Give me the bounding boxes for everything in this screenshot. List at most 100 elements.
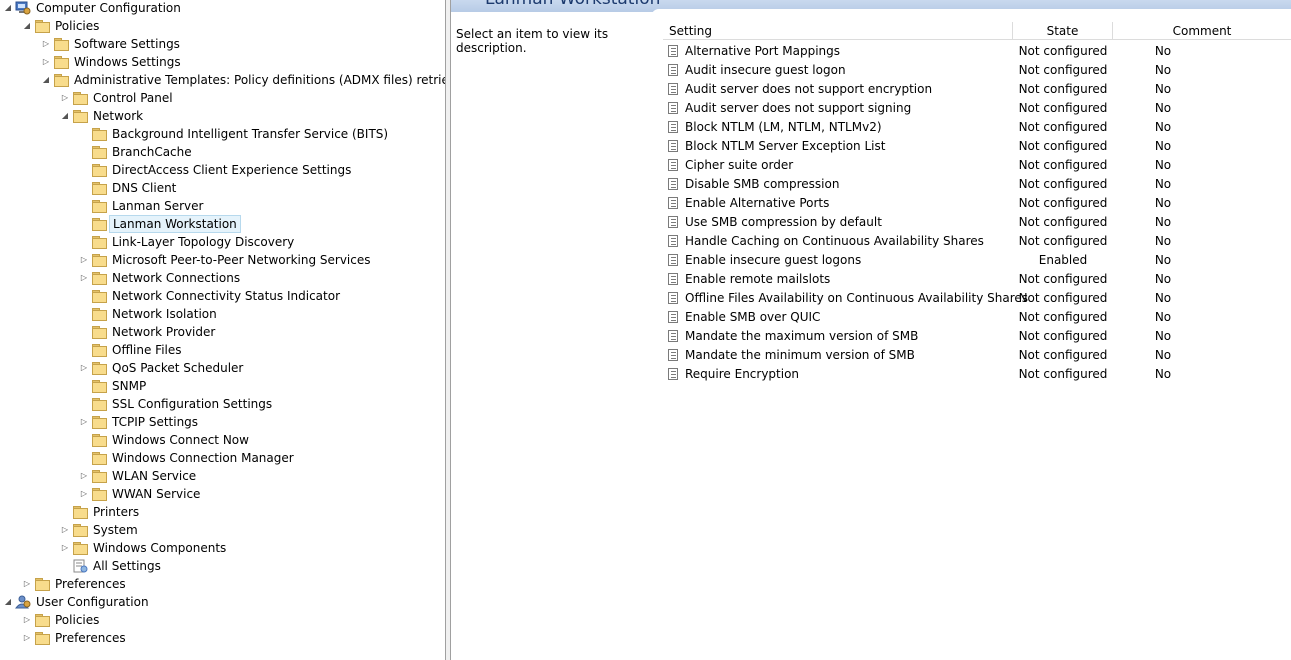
column-header-state[interactable]: State bbox=[1013, 22, 1113, 40]
column-header-setting[interactable]: Setting bbox=[663, 22, 1013, 40]
folder-icon bbox=[91, 451, 107, 465]
collapsed-arrow-icon[interactable]: ▷ bbox=[79, 413, 89, 431]
tree-all-settings[interactable]: All Settings bbox=[0, 557, 445, 575]
table-row[interactable]: Enable Alternative Ports Not configured No bbox=[663, 194, 1291, 213]
tree-computer-configuration[interactable]: ◢ Computer Configuration bbox=[0, 0, 445, 17]
tree-windows-settings[interactable]: ▷ Windows Settings bbox=[0, 53, 445, 71]
tree-network-isolation[interactable]: Network Isolation bbox=[0, 305, 445, 323]
folder-icon bbox=[91, 235, 107, 249]
collapsed-arrow-icon[interactable]: ▷ bbox=[60, 89, 70, 107]
expanded-arrow-icon[interactable]: ◢ bbox=[41, 71, 51, 89]
tree-wlan[interactable]: ▷ WLAN Service bbox=[0, 467, 445, 485]
tree-qos[interactable]: ▷ QoS Packet Scheduler bbox=[0, 359, 445, 377]
table-row[interactable]: Block NTLM (LM, NTLM, NTLMv2) Not configu… bbox=[663, 118, 1291, 137]
tree-dns-client[interactable]: DNS Client bbox=[0, 179, 445, 197]
setting-comment: No bbox=[1154, 215, 1172, 229]
folder-icon bbox=[91, 253, 107, 267]
tree-computer-preferences[interactable]: ▷ Preferences bbox=[0, 575, 445, 593]
table-row[interactable]: Enable SMB over QUIC Not configured No bbox=[663, 308, 1291, 327]
table-row[interactable]: Block NTLM Server Exception List Not conf… bbox=[663, 137, 1291, 156]
collapsed-arrow-icon[interactable]: ▷ bbox=[22, 611, 32, 629]
collapsed-arrow-icon[interactable]: ▷ bbox=[41, 35, 51, 53]
collapsed-arrow-icon[interactable]: ▷ bbox=[79, 485, 89, 503]
folder-icon bbox=[91, 487, 107, 501]
tree-p2p[interactable]: ▷ Microsoft Peer-to-Peer Networking Servi… bbox=[0, 251, 445, 269]
tree-ssl[interactable]: SSL Configuration Settings bbox=[0, 395, 445, 413]
collapsed-arrow-icon[interactable]: ▷ bbox=[79, 269, 89, 287]
expanded-arrow-icon[interactable]: ◢ bbox=[22, 17, 32, 35]
tree-wcm[interactable]: Windows Connection Manager bbox=[0, 449, 445, 467]
tree-lanman-workstation[interactable]: Lanman Workstation bbox=[0, 215, 445, 233]
console-tree[interactable]: ◢ Computer Configuration ◢ Policies ▷ Softwar… bbox=[0, 0, 445, 660]
table-row[interactable]: Enable remote mailslots Not configured No bbox=[663, 270, 1291, 289]
collapsed-arrow-icon[interactable]: ▷ bbox=[79, 251, 89, 269]
tree-branchcache[interactable]: BranchCache bbox=[0, 143, 445, 161]
collapsed-arrow-icon[interactable]: ▷ bbox=[22, 575, 32, 593]
column-header-comment[interactable]: Comment bbox=[1113, 22, 1291, 40]
tree-lanman-server[interactable]: Lanman Server bbox=[0, 197, 445, 215]
table-row[interactable]: Cipher suite order Not configured No bbox=[663, 156, 1291, 175]
collapsed-arrow-icon[interactable]: ▷ bbox=[79, 359, 89, 377]
table-row[interactable]: Audit server does not support encryption… bbox=[663, 80, 1291, 99]
tree-ncsi[interactable]: Network Connectivity Status Indicator bbox=[0, 287, 445, 305]
expanded-arrow-icon[interactable]: ◢ bbox=[3, 593, 13, 611]
table-row[interactable]: Mandate the maximum version of SMB Not co… bbox=[663, 327, 1291, 346]
tree-software-settings[interactable]: ▷ Software Settings bbox=[0, 35, 445, 53]
tree-network-provider[interactable]: Network Provider bbox=[0, 323, 445, 341]
tree-wwan[interactable]: ▷ WWAN Service bbox=[0, 485, 445, 503]
setting-name: Use SMB compression by default bbox=[685, 215, 882, 229]
table-row[interactable]: Enable insecure guest logons Enabled No bbox=[663, 251, 1291, 270]
tree-network[interactable]: ◢ Network bbox=[0, 107, 445, 125]
tree-system[interactable]: ▷ System bbox=[0, 521, 445, 539]
table-row[interactable]: Alternative Port Mappings Not configured N… bbox=[663, 42, 1291, 61]
tree-tcpip[interactable]: ▷ TCPIP Settings bbox=[0, 413, 445, 431]
tree-user-policies[interactable]: ▷ Policies bbox=[0, 611, 445, 629]
tree-windows-components[interactable]: ▷ Windows Components bbox=[0, 539, 445, 557]
collapsed-arrow-icon[interactable]: ▷ bbox=[22, 629, 32, 647]
collapsed-arrow-icon[interactable]: ▷ bbox=[41, 53, 51, 71]
tree-directaccess[interactable]: DirectAccess Client Experience Settings bbox=[0, 161, 445, 179]
expanded-arrow-icon[interactable]: ◢ bbox=[60, 107, 70, 125]
setting-comment: No bbox=[1154, 253, 1172, 267]
setting-comment: No bbox=[1154, 272, 1172, 286]
setting-comment: No bbox=[1154, 120, 1172, 134]
collapsed-arrow-icon[interactable]: ▷ bbox=[79, 467, 89, 485]
tree-snmp[interactable]: SNMP bbox=[0, 377, 445, 395]
tree-node-label: Windows Settings bbox=[74, 55, 181, 69]
setting-name: Enable SMB over QUIC bbox=[685, 310, 821, 324]
setting-comment: No bbox=[1154, 177, 1172, 191]
collapsed-arrow-icon[interactable]: ▷ bbox=[60, 521, 70, 539]
tree-node-label: Network Isolation bbox=[112, 307, 217, 321]
table-row[interactable]: Mandate the minimum version of SMB Not co… bbox=[663, 346, 1291, 365]
tree-offline-files[interactable]: Offline Files bbox=[0, 341, 445, 359]
tree-user-configuration[interactable]: ◢ User Configuration bbox=[0, 593, 445, 611]
setting-comment: No bbox=[1154, 158, 1172, 172]
setting-state: Enabled bbox=[1038, 253, 1088, 267]
table-row[interactable]: Audit insecure guest logon Not configured… bbox=[663, 61, 1291, 80]
tree-policies[interactable]: ◢ Policies bbox=[0, 17, 445, 35]
table-row[interactable]: Audit server does not support signing Not… bbox=[663, 99, 1291, 118]
policy-setting-icon bbox=[668, 349, 678, 361]
tree-link-layer[interactable]: Link-Layer Topology Discovery bbox=[0, 233, 445, 251]
tree-node-label: Preferences bbox=[55, 631, 126, 645]
table-row[interactable]: Offline Files Availability on Continuous… bbox=[663, 289, 1291, 308]
expanded-arrow-icon[interactable]: ◢ bbox=[3, 0, 13, 17]
table-row[interactable]: Handle Caching on Continuous Availabilit… bbox=[663, 232, 1291, 251]
table-row[interactable]: Use SMB compression by default Not config… bbox=[663, 213, 1291, 232]
folder-icon bbox=[34, 613, 50, 627]
tree-bits[interactable]: Background Intelligent Transfer Service … bbox=[0, 125, 445, 143]
tree-printers[interactable]: Printers bbox=[0, 503, 445, 521]
table-row[interactable]: Disable SMB compression Not configured No bbox=[663, 175, 1291, 194]
no-expander bbox=[79, 377, 89, 395]
tree-administrative-templates[interactable]: ◢ Administrative Templates: Policy defini… bbox=[0, 71, 445, 89]
tree-control-panel[interactable]: ▷ Control Panel bbox=[0, 89, 445, 107]
table-row[interactable]: Require Encryption Not configured No bbox=[663, 365, 1291, 384]
tree-network-connections[interactable]: ▷ Network Connections bbox=[0, 269, 445, 287]
policy-setting-icon bbox=[668, 102, 678, 114]
folder-icon bbox=[91, 469, 107, 483]
folder-icon bbox=[91, 379, 107, 393]
tree-node-label: Windows Components bbox=[93, 541, 227, 555]
tree-user-preferences[interactable]: ▷ Preferences bbox=[0, 629, 445, 647]
tree-wcn[interactable]: Windows Connect Now bbox=[0, 431, 445, 449]
collapsed-arrow-icon[interactable]: ▷ bbox=[60, 539, 70, 557]
